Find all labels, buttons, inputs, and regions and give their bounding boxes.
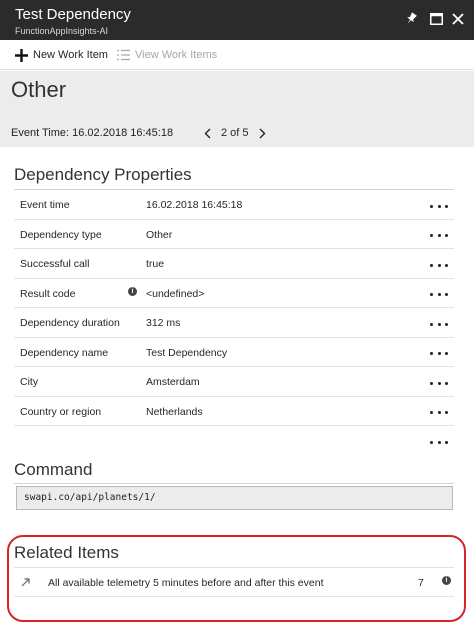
previous-event-button[interactable] xyxy=(200,123,214,143)
property-name: Dependency type xyxy=(20,228,102,241)
view-work-items-button[interactable]: View Work Items xyxy=(116,40,217,70)
property-name: Dependency duration xyxy=(20,317,120,329)
close-icon[interactable] xyxy=(448,9,468,29)
property-row-successful-call: Successful call true xyxy=(14,249,454,279)
list-icon xyxy=(116,48,130,62)
title-bar: Test Dependency FunctionAppInsights-AI xyxy=(0,0,474,40)
property-name: City xyxy=(20,376,39,388)
property-row-country-or-region: Country or region Netherlands xyxy=(14,397,454,426)
more-options-icon[interactable] xyxy=(430,349,448,359)
plus-icon xyxy=(14,48,28,62)
related-items-heading: Related Items xyxy=(14,543,119,562)
property-row-dependency-type: Dependency type Other xyxy=(14,220,454,249)
more-options-icon[interactable] xyxy=(430,260,448,270)
window-title: Test Dependency xyxy=(15,6,131,23)
more-options-icon[interactable] xyxy=(430,231,448,241)
property-row-dependency-name: Dependency name Test Dependency xyxy=(14,338,454,367)
properties-heading: Dependency Properties xyxy=(14,165,192,184)
maximize-icon[interactable] xyxy=(426,9,446,29)
command-divider xyxy=(14,483,454,484)
more-options-icon[interactable] xyxy=(430,201,448,211)
property-row-result-code: Result code i <undefined> xyxy=(14,279,454,308)
pin-icon[interactable] xyxy=(401,9,421,29)
next-event-button[interactable] xyxy=(256,123,270,143)
property-value: Test Dependency xyxy=(146,346,228,359)
info-icon[interactable]: i xyxy=(128,286,137,296)
property-row-event-time: Event time 16.02.2018 16:45:18 xyxy=(14,190,454,220)
open-link-arrow-icon xyxy=(20,576,32,588)
view-work-items-label: View Work Items xyxy=(135,49,218,61)
property-value: 16.02.2018 16:45:18 xyxy=(146,199,243,211)
property-value: 312 ms xyxy=(146,317,181,329)
more-options-icon[interactable] xyxy=(430,378,448,388)
info-icon[interactable]: i xyxy=(442,576,451,585)
window-subtitle: FunctionAppInsights-AI xyxy=(15,26,109,36)
new-work-item-button[interactable]: New Work Item xyxy=(14,40,108,70)
event-type-title: Other xyxy=(11,77,67,102)
new-work-item-label: New Work Item xyxy=(33,49,108,61)
command-bar: New Work Item View Work Items xyxy=(0,40,474,70)
command-text-field[interactable]: swapi.co/api/planets/1/ xyxy=(16,486,453,510)
more-options-icon[interactable] xyxy=(430,319,448,329)
property-name: Successful call xyxy=(20,258,90,270)
property-name: Result code xyxy=(20,287,76,300)
command-heading: Command xyxy=(14,460,93,479)
pager-position: 2 of 5 xyxy=(221,127,249,139)
section-more-options-icon[interactable] xyxy=(430,437,448,447)
property-value: true xyxy=(146,258,165,270)
property-value: Netherlands xyxy=(146,405,203,418)
related-item-label: All available telemetry 5 minutes before… xyxy=(48,577,324,589)
more-options-icon[interactable] xyxy=(430,408,448,418)
event-pager: 2 of 5 xyxy=(200,123,270,143)
property-row-city: City Amsterdam xyxy=(14,367,454,397)
related-item-row[interactable]: All available telemetry 5 minutes before… xyxy=(14,567,454,597)
event-header: Other Event Time: 16.02.2018 16:45:18 2 … xyxy=(0,71,474,147)
property-row-dependency-duration: Dependency duration 312 ms xyxy=(14,308,454,338)
more-options-icon[interactable] xyxy=(430,290,448,300)
property-value: Other xyxy=(146,228,173,241)
event-time-label: Event Time: 16.02.2018 16:45:18 xyxy=(11,127,174,139)
property-value: <undefined> xyxy=(146,287,205,300)
related-item-count: 7 xyxy=(418,577,424,589)
property-value: Amsterdam xyxy=(146,376,200,388)
property-name: Event time xyxy=(20,199,70,211)
property-name: Dependency name xyxy=(20,346,109,359)
property-name: Country or region xyxy=(20,405,102,418)
